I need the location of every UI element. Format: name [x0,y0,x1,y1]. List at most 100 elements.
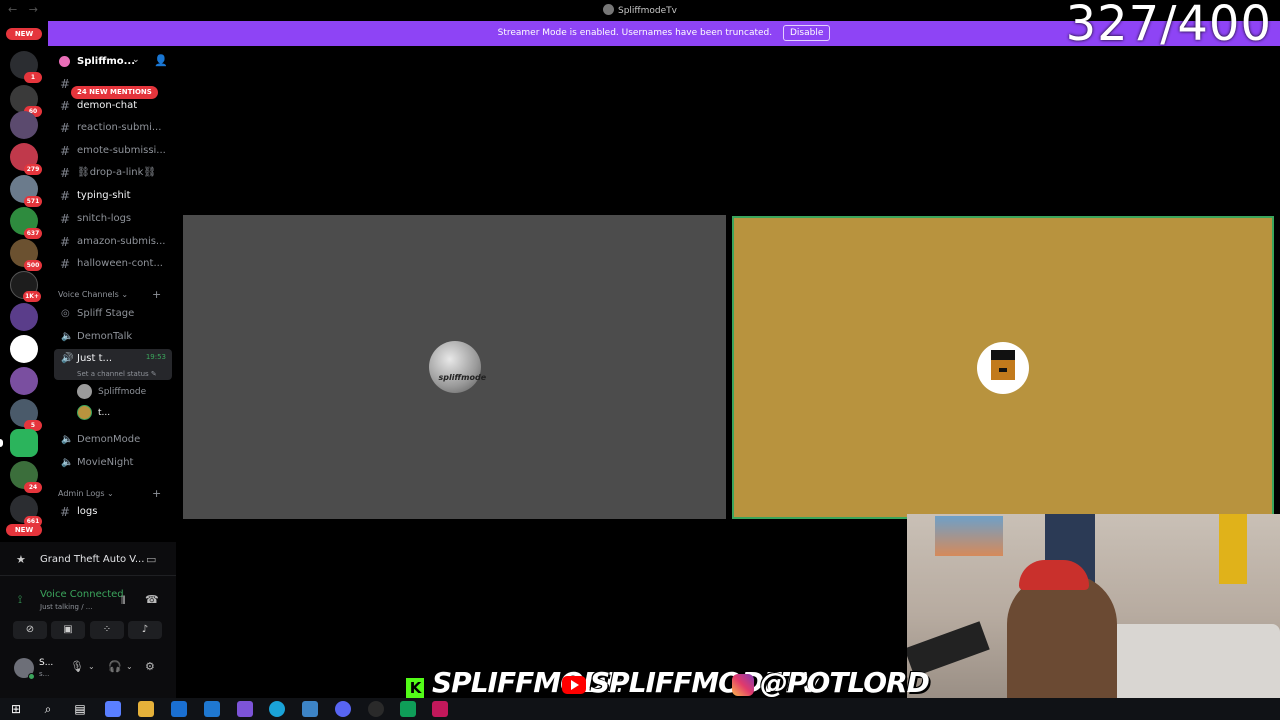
avatar [77,405,92,420]
channel-name: emote-submissi... [77,145,166,156]
add-channel-icon[interactable]: + [152,487,161,500]
channel-name: ⛓drop-a-link⛓ [77,167,157,178]
app-icon [603,4,614,15]
voice-channel-demonmode[interactable]: 🔈 DemonMode [54,430,172,450]
app-icon[interactable] [237,701,253,717]
voice-timer: 19:53 [145,353,166,361]
search-icon[interactable]: ⌕ [40,701,56,717]
voice-channel-movienight[interactable]: 🔈 MovieNight [54,453,172,473]
voice-connected-subtitle[interactable]: Just talking / ... [40,603,92,611]
voice-connected-title[interactable]: Voice Connected [40,589,124,600]
mail-icon[interactable] [171,701,187,717]
server-icon[interactable] [10,367,38,395]
video-tile-right-speaking[interactable] [732,216,1274,519]
channel-typing[interactable]: # typing-shit [54,186,172,206]
activities-button[interactable]: ⁘ [90,621,124,639]
selected-indicator [0,439,3,447]
screen-share-button[interactable]: ▣ [51,621,85,639]
app-icon[interactable] [368,701,384,717]
avatar [77,384,92,399]
server-badge: 500 [24,260,42,271]
activity-row[interactable]: ★ Grand Theft Auto V... ▭ [0,550,176,576]
server-icon[interactable] [10,335,38,363]
goal-counter: 327/400 [1065,0,1272,52]
channel-name: typing-shit [77,190,131,201]
server-badge: 571 [24,196,42,207]
server-header[interactable]: Spliffmo... ⌄ 👤 [48,52,176,72]
microphone-icon[interactable]: 🎙 [70,660,84,673]
screen-share-icon[interactable]: ▭ [146,553,156,566]
webcam-overlay [907,514,1280,698]
server-icon[interactable] [10,111,38,139]
server-icon[interactable]: 5 [10,399,42,431]
voice-channel-stage[interactable]: ◎ Spliff Stage [54,304,172,324]
channel-drop-a-link[interactable]: # ⛓drop-a-link⛓ [54,163,172,183]
wall-poster [935,516,1003,556]
channel-snitch-logs[interactable]: # snitch-logs [54,209,172,229]
server-icon-active[interactable] [10,429,38,457]
voice-channel-demontalk[interactable]: 🔈 DemonTalk [54,327,172,347]
edge-icon[interactable] [269,701,285,717]
channel-amazon-submissions[interactable]: # amazon-submis... [54,232,172,252]
signal-icon[interactable]: ⟟ [18,593,22,607]
activities-icon: ⁘ [102,624,112,635]
camera-off-button[interactable]: ⊘ [13,621,47,639]
copilot-icon[interactable] [105,701,121,717]
server-icon[interactable]: 279 [10,143,42,175]
app-icon[interactable] [302,701,318,717]
server-icon[interactable]: 1 [10,51,42,83]
server-icon[interactable]: 60 [10,85,42,117]
soundboard-button[interactable]: ♪ [128,621,162,639]
chevron-down-icon[interactable]: ⌄ [88,662,95,671]
app-icon[interactable] [432,701,448,717]
server-icon[interactable]: 661 [10,495,42,527]
app-icon[interactable] [400,701,416,717]
voice-username: t... [98,408,111,418]
add-channel-icon[interactable]: + [152,288,161,301]
video-tile-left[interactable]: spliffmode [183,215,726,519]
youtube-icon [562,676,586,694]
discord-icon[interactable] [335,701,351,717]
new-pill-top[interactable]: NEW [6,28,42,40]
hash-icon: # [60,121,71,135]
headphones-icon[interactable]: 🎧 [108,660,122,673]
server-icon[interactable]: 24 [10,461,42,493]
noise-suppression-icon[interactable]: ⫴ [121,594,126,608]
disconnect-icon[interactable]: ☎ [145,593,159,606]
server-name: Spliffmo... [77,56,136,67]
channel-status-hint[interactable]: Set a channel status ✎ [77,370,157,378]
channel-demon-chat[interactable]: # demon-chat [54,96,172,116]
server-icon[interactable] [10,303,38,331]
wall-banner [1219,514,1247,584]
channel-logs[interactable]: # logs [54,502,172,522]
server-icon[interactable]: 637 [10,207,42,239]
avatar: spliffmode [428,341,486,393]
avatar-logo-text: spliffmode [438,373,487,382]
category-voice-channels[interactable]: Voice Channels ⌄ + [58,288,161,301]
current-user[interactable]: S... s... 🎙 ⌄ 🎧 ⌄ ⚙ [0,652,176,688]
windows-start-icon[interactable]: ⊞ [8,701,24,717]
channel-reaction-submissions[interactable]: # reaction-submi... [54,118,172,138]
gear-icon[interactable]: ⚙ [145,660,155,673]
camera-off-icon: ⊘ [25,624,35,635]
channel-name: amazon-submis... [77,236,166,247]
new-pill-bottom[interactable]: NEW [6,524,42,536]
channel-emote-submissions[interactable]: # emote-submissi... [54,141,172,161]
channel-halloween-contest[interactable]: # halloween-cont... [54,254,172,274]
channel-name: DemonTalk [77,331,133,342]
folder-icon[interactable] [138,701,154,717]
server-flower-icon [59,56,70,67]
task-view-icon[interactable]: ▤ [72,701,88,717]
channel-name: reaction-submi... [77,122,162,133]
server-icon[interactable]: 500 [10,239,42,271]
disable-button[interactable]: Disable [782,25,831,41]
server-icon[interactable]: 571 [10,175,42,207]
server-icon[interactable]: 1K+ [10,271,41,302]
invite-user-icon[interactable]: 👤 [154,54,168,67]
user-status: s... [39,670,50,678]
chevron-down-icon[interactable]: ⌄ [126,662,133,671]
category-admin-logs[interactable]: Admin Logs ⌄ + [58,487,161,500]
chevron-down-icon[interactable]: ⌄ [132,55,140,65]
store-icon[interactable] [204,701,220,717]
avatar [977,341,1029,394]
